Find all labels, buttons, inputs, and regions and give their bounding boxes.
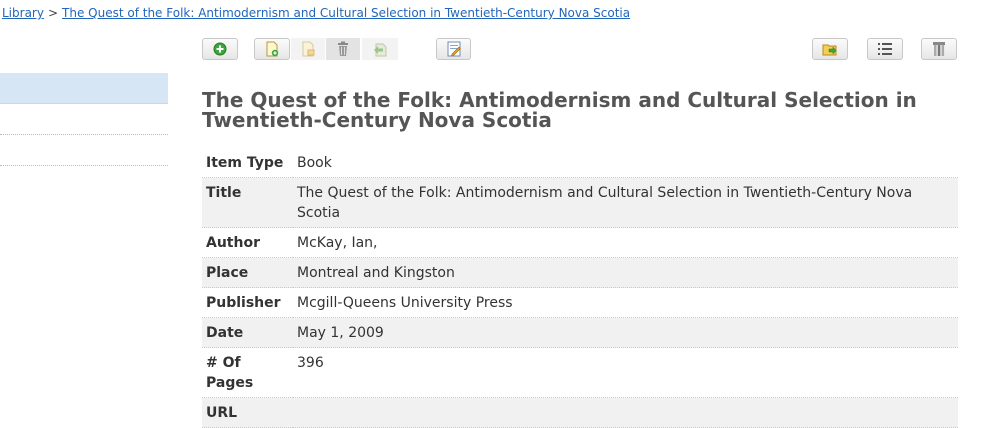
field-label: Place [202, 257, 293, 288]
edit-icon [447, 41, 461, 57]
export-icon [822, 44, 837, 56]
list-view-button[interactable] [867, 38, 903, 60]
field-row: Author McKay, Ian, [202, 227, 958, 258]
field-row: URL [202, 397, 958, 428]
field-value: The Quest of the Folk: Antimodernism and… [293, 177, 958, 228]
breadcrumb-separator: > [47, 6, 59, 20]
list-view-icon [878, 43, 892, 55]
field-row: Publisher Mcgill-Queens University Press [202, 287, 958, 318]
field-label: Date [202, 317, 293, 348]
export-button[interactable] [812, 38, 848, 60]
field-value: McKay, Ian, [293, 227, 958, 258]
item-title: The Quest of the Folk: Antimodernism and… [202, 88, 917, 132]
trash-button[interactable] [326, 38, 360, 60]
trash-icon [338, 41, 348, 56]
restore-button[interactable] [362, 38, 398, 60]
field-label: Publisher [202, 287, 293, 318]
field-label: URL [202, 397, 293, 428]
column-picker-icon [933, 42, 945, 56]
field-row: Title The Quest of the Folk: Antimoderni… [202, 177, 958, 228]
field-value: Montreal and Kingston [293, 257, 958, 288]
column-picker-button[interactable] [921, 38, 957, 60]
field-label: Item Type [202, 148, 293, 178]
new-item-button[interactable] [202, 38, 238, 60]
item-fields-table: Item Type Book Title The Quest of the Fo… [202, 148, 958, 428]
field-label: Author [202, 227, 293, 258]
field-row: Date May 1, 2009 [202, 317, 958, 348]
breadcrumb: Library > The Quest of the Folk: Antimoder… [2, 6, 630, 20]
sidebar-item-selected[interactable] [0, 73, 168, 104]
edit-button[interactable] [436, 38, 471, 60]
breadcrumb-library-link[interactable]: Library [2, 6, 44, 20]
field-value: 396 [293, 347, 958, 398]
field-label: # Of Pages [202, 347, 293, 398]
field-value: Mcgill-Queens University Press [293, 287, 958, 318]
restore-icon [374, 43, 387, 57]
field-row: Item Type Book [202, 148, 958, 178]
copy-button[interactable] [291, 38, 325, 60]
new-item-icon [213, 42, 227, 56]
field-row: Place Montreal and Kingston [202, 257, 958, 288]
breadcrumb-current-link[interactable]: The Quest of the Folk: Antimodernism and… [62, 6, 630, 20]
new-note-icon [266, 41, 279, 57]
sidebar-item[interactable] [0, 104, 168, 135]
field-value: May 1, 2009 [293, 317, 958, 348]
field-row: # Of Pages 396 [202, 347, 958, 398]
sidebar-item[interactable] [0, 135, 168, 166]
field-value-url[interactable] [293, 397, 958, 428]
copy-icon [302, 41, 315, 57]
field-label: Title [202, 177, 293, 228]
new-note-button[interactable] [254, 38, 290, 60]
field-value: Book [293, 148, 958, 178]
